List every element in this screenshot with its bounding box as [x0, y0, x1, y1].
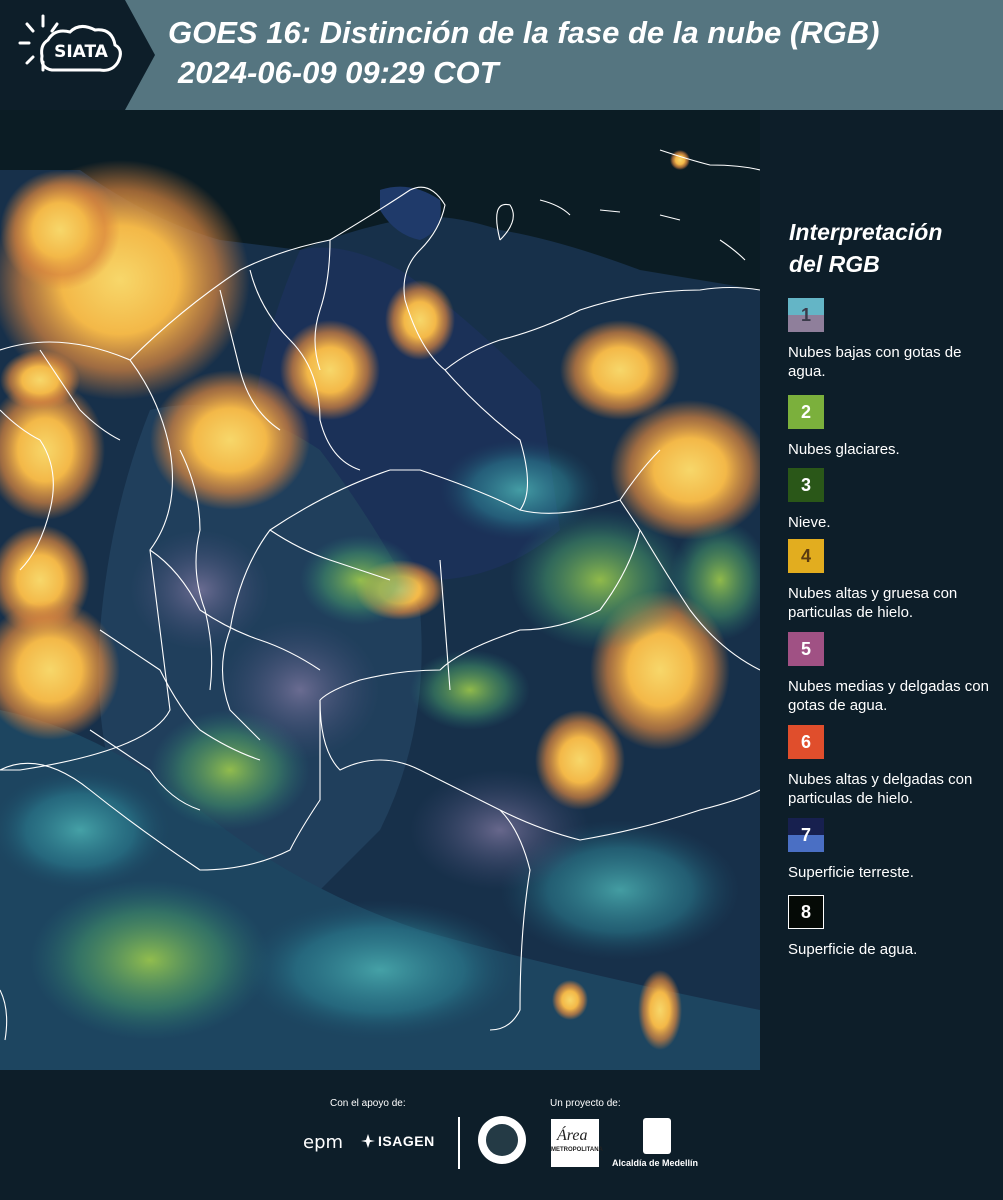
page-title: GOES 16: Distinción de la fase de la nub… — [168, 15, 880, 50]
legend-swatch-number-5: 5 — [800, 638, 811, 659]
siata-logo-text: SIATA — [54, 42, 108, 62]
legend-item-4: 4 Nubes altas y gruesa con particulas de… — [788, 539, 993, 622]
page-subtitle: 2024-06-09 09:29 COT — [178, 55, 499, 90]
legend-item-1: 1 Nubes bajas con gotas de agua. — [788, 298, 993, 381]
legend-swatch-5: 5 — [788, 632, 824, 666]
alcaldia-shield-icon — [643, 1118, 671, 1154]
footer-divider — [458, 1117, 460, 1169]
legend-swatch-number-2: 2 — [800, 401, 811, 422]
legend-title: Interpretación del RGB — [789, 216, 989, 280]
legend-panel: Interpretación del RGB 1 Nubes bajas con… — [776, 110, 1003, 1070]
isagen-logo-text: ISAGEN — [378, 1133, 435, 1149]
legend-swatch-number-1: 1 — [800, 304, 811, 325]
area-metropolitana-logo: Área METROPOLITANA — [551, 1119, 603, 1167]
legend-desc-2: Nubes glaciares. — [788, 441, 900, 458]
legend-title-line2: del RGB — [789, 251, 880, 277]
legend-item-3: 3 Nieve. — [788, 468, 993, 532]
legend-swatch-2: 2 — [788, 395, 824, 429]
legend-desc-7: Superficie terreste. — [788, 864, 914, 881]
legend-item-7: 7 Superficie terreste. — [788, 818, 993, 882]
legend-swatch-number-6: 6 — [800, 731, 811, 752]
project-label: Un proyecto de: — [550, 1098, 621, 1109]
legend-desc-8: Superficie de agua. — [788, 941, 918, 958]
legend-desc-5: Nubes medias y delgadas con gotas de agu… — [788, 678, 989, 714]
legend-title-line1: Interpretación — [789, 219, 943, 245]
legend-item-2: 2 Nubes glaciares. — [788, 395, 993, 459]
isagen-symbol-icon — [361, 1134, 375, 1148]
epm-logo: epm — [303, 1132, 344, 1153]
legend-item-8: 8 Superficie de agua. — [788, 895, 993, 959]
legend-swatch-1: 1 — [788, 298, 824, 332]
seal-inner-icon — [486, 1124, 518, 1156]
university-seal-logo — [478, 1116, 526, 1164]
satellite-map — [0, 110, 760, 1070]
legend-swatch-number-7: 7 — [800, 824, 811, 845]
support-label: Con el apoyo de: — [330, 1098, 406, 1109]
legend-item-5: 5 Nubes medias y delgadas con gotas de a… — [788, 632, 993, 715]
header: SIATA GOES 16: Distinción de la fase de … — [0, 0, 1003, 110]
alcaldia-logo-text: Alcaldía de Medellín — [612, 1158, 699, 1168]
legend-desc-4: Nubes altas y gruesa con particulas de h… — [788, 585, 958, 621]
metro-area-text: METROPOLITANA — [551, 1147, 603, 1153]
legend-swatch-number-3: 3 — [800, 474, 811, 495]
siata-logo: SIATA — [0, 0, 155, 110]
legend-swatch-6: 6 — [788, 725, 824, 759]
legend-swatch-7: 7 — [788, 818, 824, 852]
legend-swatch-4: 4 — [788, 539, 824, 573]
legend-swatch-8: 8 — [788, 895, 824, 929]
legend-desc-3: Nieve. — [788, 514, 831, 531]
legend-desc-6: Nubes altas y delgadas con particulas de… — [788, 771, 973, 807]
legend-desc-1: Nubes bajas con gotas de agua. — [788, 344, 962, 380]
metro-area-script: Área — [557, 1127, 588, 1144]
legend-item-6: 6 Nubes altas y delgadas con particulas … — [788, 725, 993, 808]
isagen-logo: ISAGEN — [360, 1133, 435, 1149]
legend-swatch-number-8: 8 — [800, 901, 811, 922]
footer: Con el apoyo de: Un proyecto de: epm ISA… — [0, 1070, 1003, 1200]
legend-swatch-number-4: 4 — [800, 545, 811, 566]
satellite-map-image — [0, 110, 760, 1070]
legend-swatch-3: 3 — [788, 468, 824, 502]
